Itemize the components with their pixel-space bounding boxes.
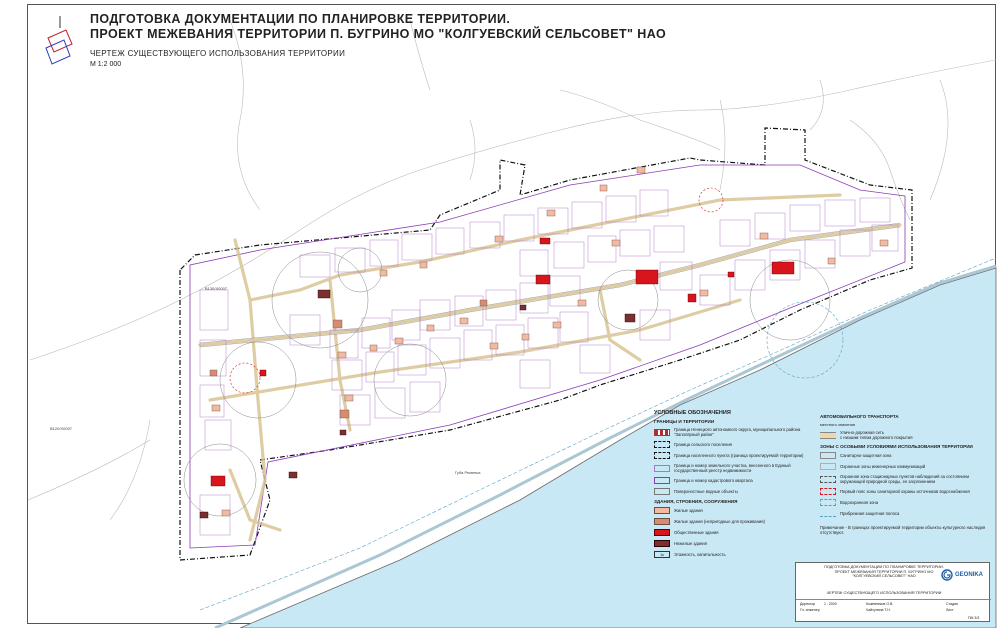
- legend-observation-zone-label: Охранная зона стационарных пунктов наблю…: [840, 474, 969, 484]
- legend-note: Примечание - В границах проектируемой те…: [820, 525, 986, 535]
- legend-column-right: АВТОМОБИЛЬНОГО ТРАНСПОРТА местного значе…: [820, 411, 990, 535]
- water-source-zone-swatch: [820, 488, 836, 495]
- legend-row-floors: 1к Этажность, капитальность: [654, 551, 814, 558]
- legend-row-cadastral-border: Граница и номер кадастрового квартала: [654, 477, 814, 484]
- cadastral-border-swatch: [654, 477, 670, 484]
- okrug-border-swatch: [654, 428, 670, 436]
- utility-zone-swatch: [820, 463, 836, 470]
- legend-heading: УСЛОВНЫЕ ОБОЗНАЧЕНИЯ: [654, 410, 731, 416]
- stamp-scale: 1 : 2000: [824, 602, 837, 606]
- legend-row-water-source-zone: Первый пояс зоны санитарной охраны источ…: [820, 488, 990, 495]
- legend-row-unfit: Жилые здания (непригодные для проживания…: [654, 518, 814, 525]
- stamp-role-1: Директор: [800, 602, 816, 606]
- observation-zone-swatch: [820, 475, 836, 483]
- legend-water-protection-zone-label: Водоохранная зона: [840, 500, 879, 505]
- drawing-subtitle: ЧЕРТЕЖ СУЩЕСТВУЮЩЕГО ИСПОЛЬЗОВАНИЯ ТЕРРИ…: [90, 49, 346, 58]
- legend-roads-sub: местного значения: [820, 422, 856, 427]
- legend-parcel-border-label: Граница и номер земельного участка, внес…: [674, 463, 791, 473]
- logo-text: GEONIKA: [954, 572, 983, 578]
- drawing-scale: М 1:2 000: [90, 61, 122, 68]
- title-line-1: ПОДГОТОВКА ДОКУМЕНТАЦИИ ПО ПЛАНИРОВКЕ ТЕ…: [90, 12, 511, 26]
- coordinate-label-top: В130/Х0007: [205, 286, 228, 291]
- legend-row-utility-zone: Охранные зоны инженерных коммуникаций: [820, 463, 990, 470]
- legend-section-zones: ЗОНЫ С ОСОБЫМИ УСЛОВИЯМИ ИСПОЛЬЗОВАНИЯ Т…: [820, 444, 973, 449]
- unfit-residential-swatch: [654, 518, 670, 525]
- title-stamp: ПОДГОТОВКА ДОКУМЕНТАЦИИ ПО ПЛАНИРОВКЕ ТЕ…: [795, 562, 991, 624]
- legend-utility-zone-label: Охранные зоны инженерных коммуникаций: [840, 464, 926, 469]
- legend-row-sanitary-zone: Санитарно-защитная зона: [820, 452, 990, 459]
- legend-row-coastal-strip: Прибрежная защитная полоса: [820, 510, 990, 517]
- legend-column-left: УСЛОВНЫЕ ОБОЗНАЧЕНИЯ ГРАНИЦЫ И ТЕРРИТОРИ…: [654, 410, 814, 562]
- legend-row-residential: Жилые здания: [654, 507, 814, 514]
- stamp-main-text: ПОДГОТОВКА ДОКУМЕНТАЦИИ ПО ПЛАНИРОВКЕ ТЕ…: [824, 565, 944, 578]
- title-line-2: ПРОЕКТ МЕЖЕВАНИЯ ТЕРРИТОРИИ П. БУГРИНО М…: [90, 27, 667, 41]
- locality-border-swatch: [654, 452, 670, 459]
- legend-section-roads: АВТОМОБИЛЬНОГО ТРАНСПОРТА: [820, 414, 899, 419]
- stamp-name-2: Чайхунина Т.Н.: [866, 608, 891, 612]
- coastal-strip-swatch: [820, 510, 836, 517]
- title-block: ПОДГОТОВКА ДОКУМЕНТАЦИИ ПО ПЛАНИРОВКЕ ТЕ…: [90, 12, 666, 68]
- geonika-logo-icon: [941, 569, 953, 581]
- company-logo: GEONIKA: [941, 569, 983, 581]
- map-legend: УСЛОВНЫЕ ОБОЗНАЧЕНИЯ ГРАНИЦЫ И ТЕРРИТОРИ…: [654, 410, 990, 562]
- legend-section-buildings: ЗДАНИЯ, СТРОЕНИЯ, СООРУЖЕНИЯ: [654, 499, 738, 504]
- gulf-label: Губа Ременка: [455, 470, 481, 475]
- legend-sanitary-zone-label: Санитарно-защитная зона: [840, 453, 892, 458]
- coordinate-label-left: В120/Х0007: [50, 426, 73, 431]
- legend-settlement-border-label: Граница сельского поселения: [674, 442, 732, 447]
- legend-coastal-strip-label: Прибрежная защитная полоса: [840, 511, 900, 516]
- legend-section-borders: ГРАНИЦЫ И ТЕРРИТОРИИ: [654, 419, 715, 424]
- stamp-col-stage: Стадия: [946, 602, 958, 606]
- residential-swatch: [654, 507, 670, 514]
- stamp-role-2: Гл. инженер: [800, 608, 820, 612]
- stamp-sheet-number: ПМ 3/3: [968, 616, 980, 620]
- legend-row-nonresidential: Нежилые здания: [654, 540, 814, 547]
- legend-row-okrug-border: Граница Ненецкого автономного округа, му…: [654, 427, 814, 437]
- legend-residential-label: Жилые здания: [674, 508, 703, 513]
- water-swatch: [654, 488, 670, 495]
- stamp-sub-text: ЧЕРТЕЖ СУЩЕСТВУЮЩЕГО ИСПОЛЬЗОВАНИЯ ТЕРРИ…: [826, 591, 942, 595]
- legend-public-label: Общественные здания: [674, 530, 719, 535]
- compass-icon: [40, 16, 80, 76]
- legend-floors-label: Этажность, капитальность: [674, 552, 726, 557]
- settlement-border-swatch: [654, 441, 670, 448]
- nonresidential-swatch: [654, 540, 670, 547]
- stamp-name-1: Кожевников О.В.: [866, 602, 894, 606]
- legend-row-locality-border: Граница населенного пункта (граница прое…: [654, 452, 814, 459]
- legend-row-road-network: Улично-дорожная сеть с низшим типом дорож…: [820, 430, 990, 440]
- water-protection-zone-swatch: [820, 499, 836, 506]
- legend-row-parcel-border: Граница и номер земельного участка, внес…: [654, 463, 814, 473]
- legend-cadastral-border-label: Граница и номер кадастрового квартала: [674, 478, 753, 483]
- stamp-col-sheet: Лист: [946, 608, 954, 612]
- legend-row-observation-zone: Охранная зона стационарных пунктов наблю…: [820, 474, 990, 484]
- legend-row-water: Поверхностные водные объекты: [654, 488, 814, 495]
- stamp-table: Директор Гл. инженер 1 : 2000 Кожевников…: [796, 599, 991, 624]
- floors-swatch: 1к: [654, 551, 670, 558]
- legend-nonresidential-label: Нежилые здания: [674, 541, 707, 546]
- legend-water-label: Поверхностные водные объекты: [674, 489, 738, 494]
- road-network-swatch: [820, 431, 836, 439]
- legend-water-source-zone-label: Первый пояс зоны санитарной охраны источ…: [840, 489, 970, 494]
- legend-row-public: Общественные здания: [654, 529, 814, 536]
- legend-row-water-protection-zone: Водоохранная зона: [820, 499, 990, 506]
- legend-row-settlement-border: Граница сельского поселения: [654, 441, 814, 448]
- legend-locality-border-label: Граница населенного пункта (граница прое…: [674, 453, 804, 458]
- sanitary-zone-swatch: [820, 452, 836, 459]
- public-swatch: [654, 529, 670, 536]
- protection-zones: [229, 187, 724, 394]
- parcel-border-swatch: [654, 464, 670, 472]
- legend-road-label: Улично-дорожная сеть с низшим типом дорож…: [840, 430, 913, 440]
- legend-unfit-label: Жилые здания (непригодные для проживания…: [674, 519, 765, 524]
- legend-okrug-border-label: Граница Ненецкого автономного округа, му…: [674, 427, 801, 437]
